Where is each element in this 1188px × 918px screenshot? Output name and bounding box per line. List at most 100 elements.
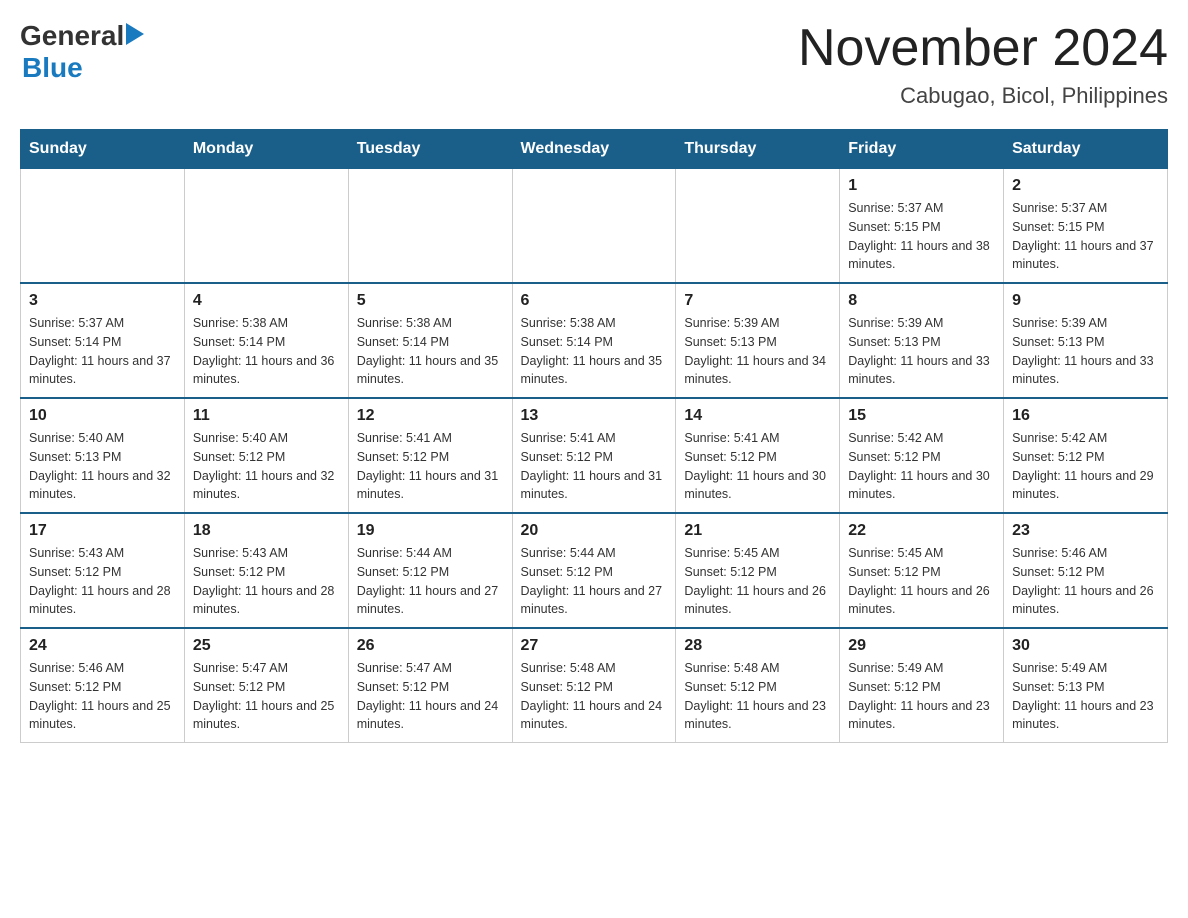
day-number: 19 <box>357 522 504 540</box>
calendar-day-cell: 20 Sunrise: 5:44 AMSunset: 5:12 PMDayligh… <box>512 513 676 628</box>
day-number: 13 <box>521 407 668 425</box>
logo-line1: General <box>20 20 144 52</box>
day-number: 18 <box>193 522 340 540</box>
day-info: Sunrise: 5:45 AMSunset: 5:12 PMDaylight:… <box>848 544 995 619</box>
title-section: November 2024 Cabugao, Bicol, Philippine… <box>798 20 1168 109</box>
col-monday: Monday <box>184 130 348 169</box>
calendar-week-row: 24 Sunrise: 5:46 AMSunset: 5:12 PMDayligh… <box>21 628 1168 743</box>
col-sunday: Sunday <box>21 130 185 169</box>
day-number: 5 <box>357 292 504 310</box>
calendar-day-cell: 22 Sunrise: 5:45 AMSunset: 5:12 PMDayligh… <box>840 513 1004 628</box>
day-number: 15 <box>848 407 995 425</box>
calendar-day-cell: 16 Sunrise: 5:42 AMSunset: 5:12 PMDayligh… <box>1004 398 1168 513</box>
day-number: 17 <box>29 522 176 540</box>
day-info: Sunrise: 5:40 AMSunset: 5:13 PMDaylight:… <box>29 429 176 504</box>
calendar-day-cell: 1Sunrise: 5:37 AMSunset: 5:15 PMDaylight… <box>840 169 1004 284</box>
day-info: Sunrise: 5:41 AMSunset: 5:12 PMDaylight:… <box>521 429 668 504</box>
day-number: 11 <box>193 407 340 425</box>
day-info: Sunrise: 5:42 AMSunset: 5:12 PMDaylight:… <box>1012 429 1159 504</box>
day-number: 30 <box>1012 637 1159 655</box>
day-number: 1 <box>848 177 995 195</box>
calendar-day-cell: 27 Sunrise: 5:48 AMSunset: 5:12 PMDayligh… <box>512 628 676 743</box>
day-info: Sunrise: 5:41 AMSunset: 5:12 PMDaylight:… <box>684 429 831 504</box>
day-number: 24 <box>29 637 176 655</box>
calendar-day-cell: 3 Sunrise: 5:37 AMSunset: 5:14 PMDaylight… <box>21 283 185 398</box>
calendar-day-cell: 15 Sunrise: 5:42 AMSunset: 5:12 PMDayligh… <box>840 398 1004 513</box>
day-number: 2 <box>1012 177 1159 195</box>
calendar-day-cell: 10 Sunrise: 5:40 AMSunset: 5:13 PMDayligh… <box>21 398 185 513</box>
logo-blue-line2: Blue <box>22 52 144 84</box>
calendar-day-cell: 28 Sunrise: 5:48 AMSunset: 5:12 PMDayligh… <box>676 628 840 743</box>
day-info: Sunrise: 5:47 AMSunset: 5:12 PMDaylight:… <box>193 659 340 734</box>
day-info: Sunrise: 5:38 AMSunset: 5:14 PMDaylight:… <box>193 314 340 389</box>
day-number: 3 <box>29 292 176 310</box>
calendar-day-cell: 30Sunrise: 5:49 AMSunset: 5:13 PMDayligh… <box>1004 628 1168 743</box>
logo-general-text: General <box>20 20 124 52</box>
calendar-day-cell: 4 Sunrise: 5:38 AMSunset: 5:14 PMDaylight… <box>184 283 348 398</box>
day-number: 28 <box>684 637 831 655</box>
calendar-day-cell <box>184 169 348 284</box>
day-number: 10 <box>29 407 176 425</box>
day-number: 22 <box>848 522 995 540</box>
day-info: Sunrise: 5:37 AMSunset: 5:14 PMDaylight:… <box>29 314 176 389</box>
logo: General Blue <box>20 20 144 84</box>
calendar-day-cell: 25 Sunrise: 5:47 AMSunset: 5:12 PMDayligh… <box>184 628 348 743</box>
calendar-title: November 2024 <box>798 20 1168 77</box>
day-info: Sunrise: 5:45 AMSunset: 5:12 PMDaylight:… <box>684 544 831 619</box>
col-friday: Friday <box>840 130 1004 169</box>
calendar-day-cell: 26 Sunrise: 5:47 AMSunset: 5:12 PMDayligh… <box>348 628 512 743</box>
day-info: Sunrise: 5:43 AMSunset: 5:12 PMDaylight:… <box>29 544 176 619</box>
calendar-subtitle: Cabugao, Bicol, Philippines <box>798 83 1168 109</box>
calendar-header-row: Sunday Monday Tuesday Wednesday Thursday… <box>21 130 1168 169</box>
day-number: 16 <box>1012 407 1159 425</box>
day-info: Sunrise: 5:46 AMSunset: 5:12 PMDaylight:… <box>29 659 176 734</box>
day-info: Sunrise: 5:44 AMSunset: 5:12 PMDaylight:… <box>357 544 504 619</box>
day-info: Sunrise: 5:43 AMSunset: 5:12 PMDaylight:… <box>193 544 340 619</box>
col-thursday: Thursday <box>676 130 840 169</box>
day-info: Sunrise: 5:48 AMSunset: 5:12 PMDaylight:… <box>684 659 831 734</box>
day-number: 23 <box>1012 522 1159 540</box>
day-info: Sunrise: 5:44 AMSunset: 5:12 PMDaylight:… <box>521 544 668 619</box>
day-number: 14 <box>684 407 831 425</box>
calendar-day-cell: 7Sunrise: 5:39 AMSunset: 5:13 PMDaylight… <box>676 283 840 398</box>
day-info: Sunrise: 5:42 AMSunset: 5:12 PMDaylight:… <box>848 429 995 504</box>
day-info: Sunrise: 5:47 AMSunset: 5:12 PMDaylight:… <box>357 659 504 734</box>
day-info: Sunrise: 5:48 AMSunset: 5:12 PMDaylight:… <box>521 659 668 734</box>
day-info: Sunrise: 5:40 AMSunset: 5:12 PMDaylight:… <box>193 429 340 504</box>
calendar-table: Sunday Monday Tuesday Wednesday Thursday… <box>20 129 1168 743</box>
day-number: 26 <box>357 637 504 655</box>
calendar-week-row: 3 Sunrise: 5:37 AMSunset: 5:14 PMDaylight… <box>21 283 1168 398</box>
calendar-day-cell: 18 Sunrise: 5:43 AMSunset: 5:12 PMDayligh… <box>184 513 348 628</box>
day-number: 25 <box>193 637 340 655</box>
day-number: 4 <box>193 292 340 310</box>
day-info: Sunrise: 5:39 AMSunset: 5:13 PMDaylight:… <box>848 314 995 389</box>
calendar-day-cell: 23Sunrise: 5:46 AMSunset: 5:12 PMDayligh… <box>1004 513 1168 628</box>
calendar-day-cell: 14 Sunrise: 5:41 AMSunset: 5:12 PMDayligh… <box>676 398 840 513</box>
calendar-day-cell <box>21 169 185 284</box>
day-info: Sunrise: 5:39 AMSunset: 5:13 PMDaylight:… <box>1012 314 1159 389</box>
day-info: Sunrise: 5:49 AMSunset: 5:12 PMDaylight:… <box>848 659 995 734</box>
calendar-day-cell <box>348 169 512 284</box>
calendar-day-cell: 17 Sunrise: 5:43 AMSunset: 5:12 PMDayligh… <box>21 513 185 628</box>
calendar-week-row: 17 Sunrise: 5:43 AMSunset: 5:12 PMDayligh… <box>21 513 1168 628</box>
col-tuesday: Tuesday <box>348 130 512 169</box>
day-number: 8 <box>848 292 995 310</box>
calendar-day-cell: 29Sunrise: 5:49 AMSunset: 5:12 PMDayligh… <box>840 628 1004 743</box>
calendar-day-cell: 5 Sunrise: 5:38 AMSunset: 5:14 PMDaylight… <box>348 283 512 398</box>
calendar-day-cell: 6Sunrise: 5:38 AMSunset: 5:14 PMDaylight… <box>512 283 676 398</box>
day-number: 12 <box>357 407 504 425</box>
day-info: Sunrise: 5:38 AMSunset: 5:14 PMDaylight:… <box>357 314 504 389</box>
logo-arrow-icon <box>126 23 144 45</box>
calendar-day-cell <box>676 169 840 284</box>
day-number: 27 <box>521 637 668 655</box>
day-number: 9 <box>1012 292 1159 310</box>
day-number: 20 <box>521 522 668 540</box>
calendar-day-cell: 8 Sunrise: 5:39 AMSunset: 5:13 PMDaylight… <box>840 283 1004 398</box>
calendar-day-cell: 24 Sunrise: 5:46 AMSunset: 5:12 PMDayligh… <box>21 628 185 743</box>
calendar-day-cell: 21Sunrise: 5:45 AMSunset: 5:12 PMDayligh… <box>676 513 840 628</box>
calendar-day-cell: 2Sunrise: 5:37 AMSunset: 5:15 PMDaylight… <box>1004 169 1168 284</box>
day-info: Sunrise: 5:39 AMSunset: 5:13 PMDaylight:… <box>684 314 831 389</box>
calendar-day-cell: 13 Sunrise: 5:41 AMSunset: 5:12 PMDayligh… <box>512 398 676 513</box>
day-number: 6 <box>521 292 668 310</box>
calendar-day-cell: 9 Sunrise: 5:39 AMSunset: 5:13 PMDaylight… <box>1004 283 1168 398</box>
